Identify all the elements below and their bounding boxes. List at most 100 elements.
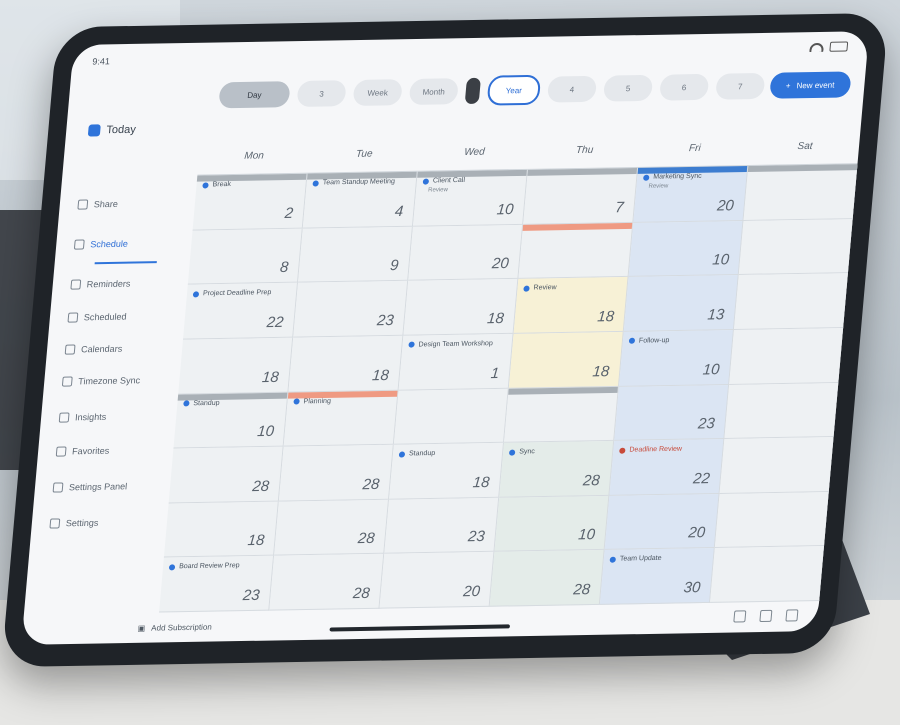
event-chip[interactable]: Planning [293,397,331,405]
share-icon[interactable] [733,610,747,623]
day-cell[interactable]: 28 [269,554,385,611]
day-cell[interactable] [729,327,845,385]
battery-icon [829,41,849,52]
view-pill[interactable]: 7 [715,72,766,100]
day-cell[interactable]: 18 [508,331,624,389]
view-pill[interactable]: Year [486,74,542,106]
day-cell[interactable]: 13 [623,275,739,332]
day-cell[interactable]: Client Call Review 10 [412,169,528,227]
sidebar-item[interactable]: Calendars [64,344,123,355]
day-cell[interactable]: 23 [614,384,730,442]
corner-actions [733,609,799,623]
day-cell[interactable]: Deadline Review 22 [609,439,725,496]
day-cell[interactable]: Marketing Sync Review 20 [633,165,749,223]
day-cell[interactable]: 18 [163,501,279,558]
sidebar-item[interactable]: Settings Panel [52,481,128,493]
event-chip[interactable]: Standup [398,450,435,458]
sidebar-item[interactable]: Timezone Sync [61,375,141,387]
day-cell[interactable]: 20 [604,493,720,551]
day-cell[interactable] [709,546,825,603]
day-cell[interactable]: Project Deadline Prep 22 [183,282,298,340]
sidebar-item[interactable]: Share [77,199,118,210]
day-cell[interactable]: Follow-up 10 [618,329,734,387]
view-pill[interactable]: Day [218,81,291,109]
event-title: Break [212,180,232,189]
day-cell[interactable]: 18 [178,337,294,395]
event-chip[interactable]: Team Update [609,555,662,563]
new-event-button[interactable]: + New event [768,71,852,99]
day-cell[interactable] [393,388,509,445]
day-cell[interactable]: 8 [187,228,303,285]
sidebar-item[interactable]: Schedule [73,239,128,250]
view-pill[interactable]: Week [352,79,403,107]
footer-action[interactable]: ▣ Add Subscription [137,623,212,633]
day-number: 28 [582,471,601,490]
day-cell[interactable]: Design Team Workshop 1 [398,333,514,391]
day-cell[interactable]: 7 [523,167,639,225]
event-chip[interactable]: Sync [508,448,535,456]
event-chip[interactable]: Break [202,181,231,188]
day-cell[interactable] [724,382,840,440]
view-pill[interactable]: 5 [602,74,654,102]
app-title[interactable]: Today [87,124,136,137]
event-chip[interactable]: Review [523,284,557,292]
day-cell[interactable]: 9 [297,226,413,283]
day-cell[interactable]: Standup 10 [173,392,289,449]
sidebar-item[interactable]: Reminders [70,279,131,290]
day-cell[interactable]: 28 [168,446,284,504]
day-cell[interactable] [714,491,830,549]
home-indicator[interactable] [329,624,511,632]
event-chip[interactable]: Client Call [422,177,465,185]
weekday-label: Thu [575,144,594,157]
event-chip[interactable]: Design Team Workshop [408,340,493,348]
sidebar-item[interactable]: Favorites [55,446,110,457]
day-number: 10 [496,200,515,218]
day-cell[interactable]: 28 [274,499,390,556]
event-chip[interactable]: Project Deadline Prep [192,289,272,298]
trash-icon[interactable] [785,609,799,622]
day-cell[interactable]: 28 [278,444,394,502]
view-pill[interactable]: 6 [659,73,710,101]
day-cell[interactable] [743,164,859,221]
day-cell[interactable]: Board Review Prep 23 [159,555,275,613]
day-cell[interactable]: 10 [494,495,610,553]
day-cell[interactable]: Review 18 [513,277,629,334]
event-chip[interactable]: Standup [183,399,220,407]
day-cell[interactable]: 20 [379,552,495,609]
day-cell[interactable] [738,218,854,276]
day-cell[interactable]: 28 [489,550,605,607]
sidebar-item[interactable]: Scheduled [67,312,127,323]
sidebar-item[interactable]: Settings [49,518,99,529]
day-cell[interactable]: Break 2 [192,173,308,231]
day-cell[interactable]: 10 [628,220,744,278]
info-icon[interactable] [759,609,773,623]
day-cell[interactable]: 18 [403,279,519,336]
event-dot-icon [643,174,650,181]
day-cell[interactable] [518,222,634,280]
day-cell[interactable] [719,437,835,494]
event-chip[interactable]: Team Standup Meeting [312,178,395,186]
view-pill[interactable] [464,77,481,105]
day-cell[interactable] [733,273,849,330]
day-cell[interactable]: Sync 28 [499,441,615,498]
day-number: 7 [614,198,625,216]
day-cell[interactable]: 20 [408,224,524,281]
view-pill[interactable]: 3 [296,80,347,107]
day-cell[interactable]: Team Standup Meeting 4 [302,171,418,229]
sidebar-item[interactable]: Insights [58,412,107,423]
event-chip[interactable]: Board Review Prep [168,563,240,571]
day-cell[interactable]: Standup 18 [389,442,504,500]
event-chip[interactable]: Follow-up [628,337,670,345]
day-cell[interactable]: Planning [283,390,399,447]
event-chip[interactable]: Marketing Sync [643,173,702,181]
day-cell[interactable]: 23 [384,497,500,555]
day-cell[interactable]: 23 [293,280,409,338]
day-cell[interactable]: Team Update 30 [599,548,715,605]
day-number: 28 [352,584,371,603]
view-pill[interactable]: Month [408,78,459,106]
view-pill[interactable]: 4 [546,75,598,103]
event-bar [508,386,618,395]
event-chip[interactable]: Deadline Review [619,446,682,454]
day-cell[interactable] [503,386,619,443]
day-cell[interactable]: 18 [288,335,404,393]
